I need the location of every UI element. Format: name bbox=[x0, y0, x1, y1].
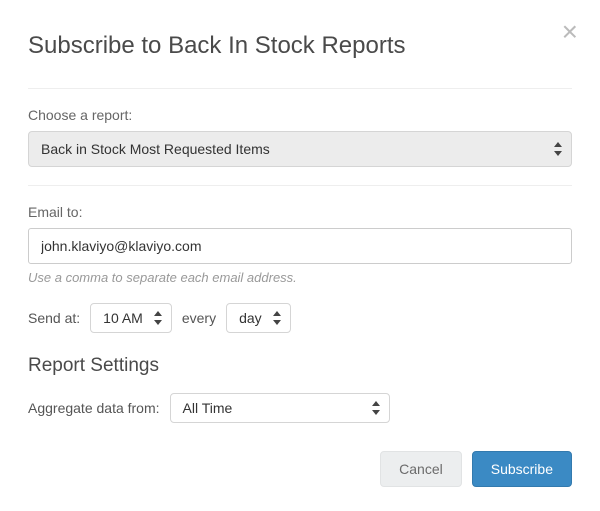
frequency-select-value[interactable]: day bbox=[226, 303, 291, 333]
subscribe-modal: × Subscribe to Back In Stock Reports Cho… bbox=[0, 0, 600, 511]
report-label: Choose a report: bbox=[28, 107, 572, 123]
aggregate-select-value[interactable]: All Time bbox=[170, 393, 390, 423]
schedule-row: Send at: 10 AM every day bbox=[28, 303, 572, 333]
time-select[interactable]: 10 AM bbox=[90, 303, 172, 333]
subscribe-button[interactable]: Subscribe bbox=[472, 451, 572, 487]
report-select[interactable]: Back in Stock Most Requested Items bbox=[28, 131, 572, 167]
modal-title: Subscribe to Back In Stock Reports bbox=[28, 32, 572, 60]
time-select-value[interactable]: 10 AM bbox=[90, 303, 172, 333]
email-hint: Use a comma to separate each email addre… bbox=[28, 270, 572, 285]
report-section: Choose a report: Back in Stock Most Requ… bbox=[28, 107, 572, 167]
aggregate-label: Aggregate data from: bbox=[28, 400, 160, 416]
modal-footer: Cancel Subscribe bbox=[28, 451, 572, 487]
send-at-label: Send at: bbox=[28, 310, 80, 326]
close-button[interactable]: × bbox=[562, 18, 578, 46]
every-label: every bbox=[182, 310, 216, 326]
close-icon: × bbox=[562, 16, 578, 47]
email-input[interactable] bbox=[28, 228, 572, 264]
email-section: Email to: Use a comma to separate each e… bbox=[28, 204, 572, 285]
aggregate-select[interactable]: All Time bbox=[170, 393, 390, 423]
divider bbox=[28, 185, 572, 186]
report-select-value[interactable]: Back in Stock Most Requested Items bbox=[28, 131, 572, 167]
cancel-button[interactable]: Cancel bbox=[380, 451, 462, 487]
settings-heading: Report Settings bbox=[28, 355, 572, 377]
frequency-select[interactable]: day bbox=[226, 303, 291, 333]
divider bbox=[28, 88, 572, 89]
aggregate-row: Aggregate data from: All Time bbox=[28, 393, 572, 423]
email-label: Email to: bbox=[28, 204, 572, 220]
